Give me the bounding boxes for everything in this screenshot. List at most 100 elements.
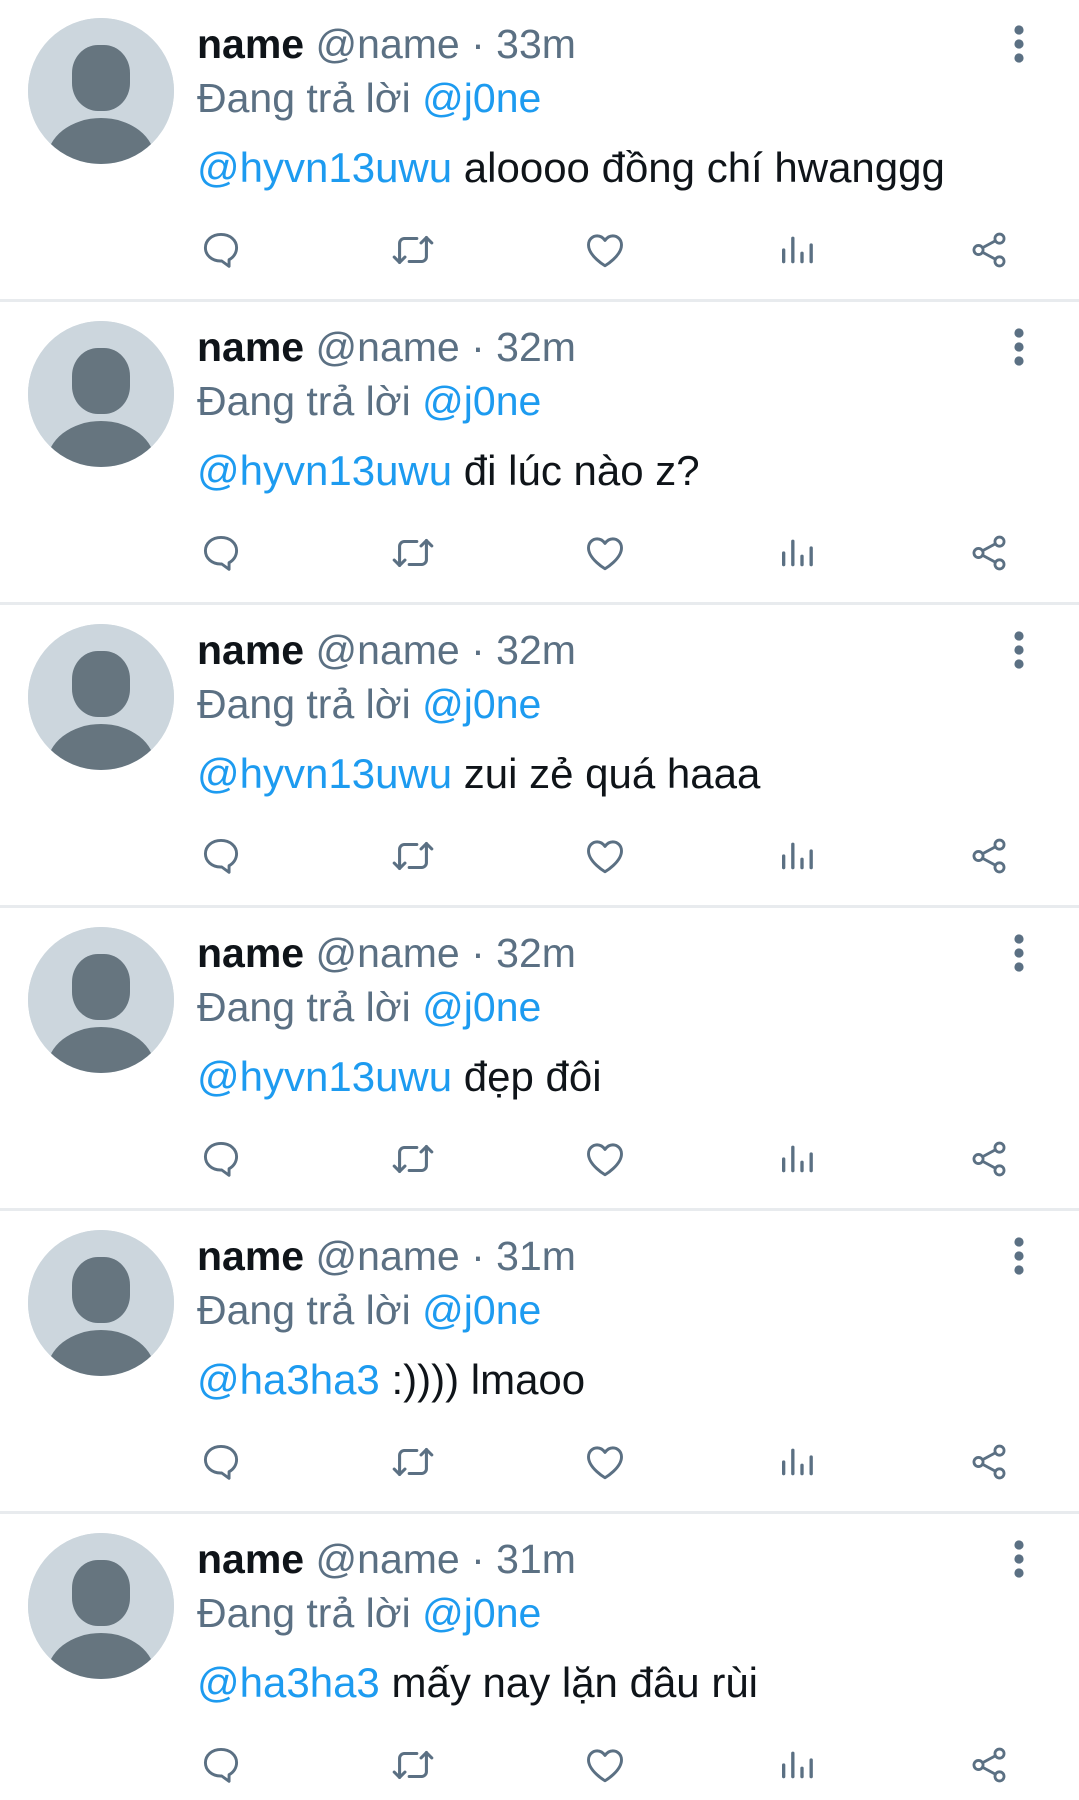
retweet-button[interactable]	[387, 527, 439, 579]
share-button[interactable]	[963, 527, 1015, 579]
user-handle[interactable]: @name	[316, 930, 460, 976]
reply-button[interactable]	[195, 1739, 247, 1791]
tweet[interactable]: name @name · 31m Đang trả lời @j0ne @ha3…	[0, 1212, 1079, 1514]
avatar[interactable]	[28, 1230, 174, 1376]
user-handle[interactable]: @name	[316, 1233, 460, 1279]
tweet-actions	[0, 1739, 1079, 1791]
replying-to-mention[interactable]: @j0ne	[422, 984, 541, 1030]
like-button[interactable]	[579, 527, 631, 579]
like-button[interactable]	[579, 1739, 631, 1791]
tweet-text: @ha3ha3 :)))) lmaoo	[197, 1352, 585, 1408]
text-mention[interactable]: @hyvn13uwu	[197, 447, 452, 494]
replying-to-mention[interactable]: @j0ne	[422, 1590, 541, 1636]
user-handle[interactable]: @name	[316, 21, 460, 67]
timestamp[interactable]: 32m	[496, 930, 576, 976]
retweet-icon	[392, 842, 434, 870]
retweet-button[interactable]	[387, 830, 439, 882]
text-mention[interactable]: @hyvn13uwu	[197, 144, 452, 191]
more-options-button[interactable]	[998, 626, 1040, 674]
tweet-header: name @name · 31m	[197, 1230, 576, 1282]
views-button[interactable]	[771, 1133, 823, 1185]
heart-icon	[587, 1749, 623, 1783]
more-vertical-icon	[1014, 934, 1024, 972]
more-options-button[interactable]	[998, 1232, 1040, 1280]
display-name[interactable]: name	[197, 627, 304, 673]
reply-button[interactable]	[195, 224, 247, 276]
avatar[interactable]	[28, 321, 174, 467]
share-icon	[972, 838, 1006, 874]
tweet[interactable]: name @name · 31m Đang trả lời @j0ne @ha3…	[0, 1515, 1079, 1800]
display-name[interactable]: name	[197, 21, 304, 67]
timestamp[interactable]: 32m	[496, 324, 576, 370]
more-options-button[interactable]	[998, 323, 1040, 371]
like-button[interactable]	[579, 1436, 631, 1488]
replying-to-label: Đang trả lời	[197, 75, 411, 121]
replying-to-mention[interactable]: @j0ne	[422, 75, 541, 121]
tweet[interactable]: name @name · 32m Đang trả lời @j0ne @hyv…	[0, 303, 1079, 605]
avatar[interactable]	[28, 1533, 174, 1679]
tweet-header: name @name · 33m	[197, 18, 576, 70]
tweet-actions	[0, 830, 1079, 882]
text-mention[interactable]: @hyvn13uwu	[197, 750, 452, 797]
views-button[interactable]	[771, 1739, 823, 1791]
views-icon	[782, 842, 813, 870]
tweet[interactable]: name @name · 32m Đang trả lời @j0ne @hyv…	[0, 909, 1079, 1211]
tweet[interactable]: name @name · 32m Đang trả lời @j0ne @hyv…	[0, 606, 1079, 908]
replying-to-mention[interactable]: @j0ne	[422, 1287, 541, 1333]
display-name[interactable]: name	[197, 930, 304, 976]
display-name[interactable]: name	[197, 1233, 304, 1279]
timestamp[interactable]: 32m	[496, 627, 576, 673]
reply-button[interactable]	[195, 1436, 247, 1488]
reply-button[interactable]	[195, 830, 247, 882]
reply-button[interactable]	[195, 527, 247, 579]
replying-to-mention[interactable]: @j0ne	[422, 681, 541, 727]
display-name[interactable]: name	[197, 324, 304, 370]
share-button[interactable]	[963, 830, 1015, 882]
timestamp[interactable]: 31m	[496, 1233, 576, 1279]
display-name[interactable]: name	[197, 1536, 304, 1582]
tweet-text: @hyvn13uwu zui zẻ quá haaa	[197, 746, 760, 802]
views-button[interactable]	[771, 830, 823, 882]
share-icon	[972, 232, 1006, 268]
views-button[interactable]	[771, 527, 823, 579]
retweet-button[interactable]	[387, 1739, 439, 1791]
avatar[interactable]	[28, 18, 174, 164]
tweet-actions	[0, 1436, 1079, 1488]
retweet-button[interactable]	[387, 1436, 439, 1488]
tweet[interactable]: name @name · 33m Đang trả lời @j0ne @hyv…	[0, 0, 1079, 302]
timestamp[interactable]: 31m	[496, 1536, 576, 1582]
replying-to-mention[interactable]: @j0ne	[422, 378, 541, 424]
avatar[interactable]	[28, 624, 174, 770]
more-options-button[interactable]	[998, 20, 1040, 68]
like-button[interactable]	[579, 224, 631, 276]
views-button[interactable]	[771, 224, 823, 276]
separator-dot: ·	[471, 1233, 485, 1279]
user-handle[interactable]: @name	[316, 627, 460, 673]
text-content: zui zẻ quá haaa	[463, 750, 761, 797]
views-icon	[782, 1751, 813, 1779]
reply-button[interactable]	[195, 1133, 247, 1185]
retweet-button[interactable]	[387, 1133, 439, 1185]
like-button[interactable]	[579, 1133, 631, 1185]
more-options-button[interactable]	[998, 929, 1040, 977]
text-content: aloooo đồng chí hwanggg	[463, 144, 945, 191]
text-mention[interactable]: @ha3ha3	[197, 1356, 380, 1403]
heart-icon	[587, 537, 623, 571]
retweet-button[interactable]	[387, 224, 439, 276]
share-button[interactable]	[963, 224, 1015, 276]
reply-icon	[203, 1444, 239, 1480]
share-button[interactable]	[963, 1739, 1015, 1791]
text-mention[interactable]: @hyvn13uwu	[197, 1053, 452, 1100]
like-button[interactable]	[579, 830, 631, 882]
user-handle[interactable]: @name	[316, 1536, 460, 1582]
tweet-text: @hyvn13uwu đẹp đôi	[197, 1049, 602, 1105]
user-handle[interactable]: @name	[316, 324, 460, 370]
share-button[interactable]	[963, 1133, 1015, 1185]
share-button[interactable]	[963, 1436, 1015, 1488]
text-mention[interactable]: @ha3ha3	[197, 1659, 380, 1706]
timestamp[interactable]: 33m	[496, 21, 576, 67]
avatar[interactable]	[28, 927, 174, 1073]
more-vertical-icon	[1014, 1540, 1024, 1578]
views-button[interactable]	[771, 1436, 823, 1488]
more-options-button[interactable]	[998, 1535, 1040, 1583]
